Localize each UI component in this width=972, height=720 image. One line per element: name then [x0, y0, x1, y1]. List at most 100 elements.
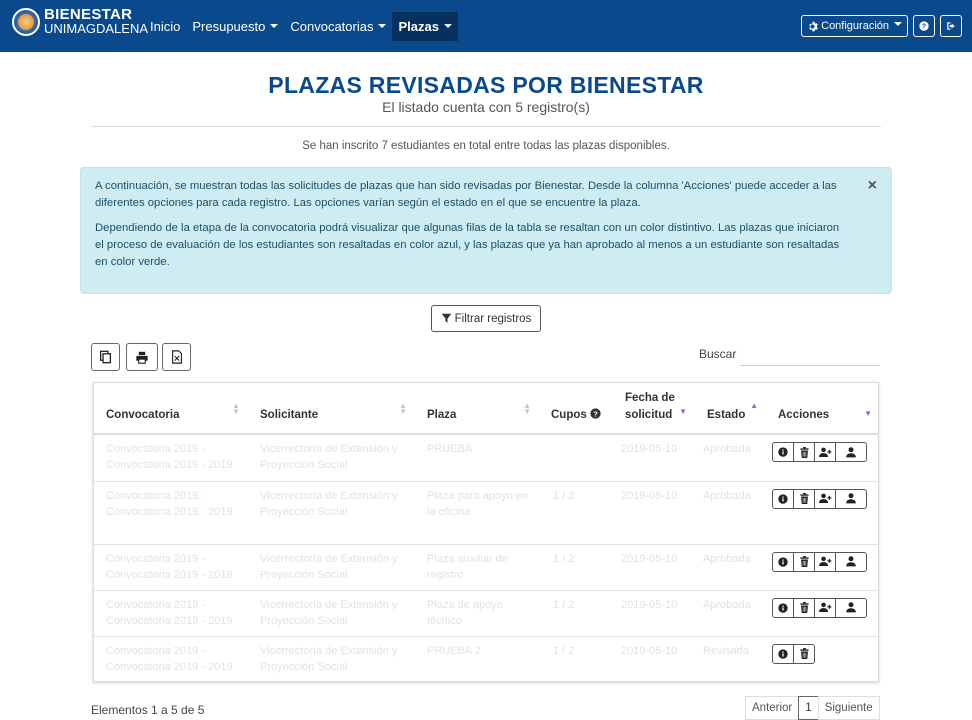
cell-solicitante: Vicerrectoría de Extensión y Proyección … [248, 636, 415, 681]
user-icon [846, 556, 856, 567]
caret-down-icon [443, 23, 452, 28]
cell-estado: Revisada [695, 636, 766, 681]
cell-plaza: PRUEBA 2 [415, 636, 539, 681]
plazas-table: Convocatoria ▲ ▼ Solicitante ▲ ▼ Plaza ▲ ▼ Cup… [93, 382, 879, 682]
next-page-button[interactable]: Siguiente [817, 696, 880, 720]
col-acciones[interactable]: Acciones ▼ [766, 383, 878, 435]
cell-fecha: 2019-05-10 [613, 590, 695, 637]
cell-estado: Aprobada [695, 434, 766, 482]
cell-solicitante: Vicerrectoría de Extensión y Proyección … [248, 590, 415, 637]
cell-acciones [766, 636, 878, 681]
cell-acciones [766, 434, 878, 482]
sort-icon: ▲ ▼ [232, 401, 240, 416]
cell-fecha: 2019-05-10 [613, 434, 695, 482]
search-input[interactable] [740, 342, 880, 366]
total-students-text: Se han inscrito 7 estudiantes en total e… [302, 140, 670, 152]
details-button[interactable] [772, 551, 794, 572]
filter-button[interactable]: Filtrar registros [431, 305, 541, 332]
delete-button[interactable] [793, 551, 815, 572]
assign-student-button[interactable] [814, 597, 836, 618]
assign-student-button[interactable] [814, 442, 836, 462]
pagination-info: Elementos 1 a 5 de 5 [91, 703, 205, 717]
page-title: PLAZAS REVISADAS POR BIENESTAR [268, 72, 704, 98]
page-button-1[interactable]: 1 [798, 696, 819, 720]
col-convocatoria[interactable]: Convocatoria ▲ ▼ [94, 383, 248, 435]
col-fecha-solicitud[interactable]: Fecha de solicitud ▼ [613, 383, 695, 435]
cell-acciones [766, 481, 878, 545]
info-circle-icon [778, 493, 788, 504]
nav-presupuesto[interactable]: Presupuesto [186, 12, 284, 41]
view-student-button[interactable] [835, 551, 867, 572]
info-circle-icon [778, 447, 788, 457]
filter-icon [441, 313, 451, 323]
config-button[interactable]: Configuración [801, 15, 908, 37]
details-button[interactable] [772, 597, 794, 618]
delete-button[interactable] [793, 597, 815, 618]
divider [91, 126, 881, 127]
delete-button[interactable] [793, 643, 815, 664]
details-button[interactable] [772, 442, 794, 462]
cell-solicitante: Vicerrectoría de Extensión y Proyección … [248, 544, 415, 591]
nav-convocatorias[interactable]: Convocatorias [284, 12, 392, 41]
question-circle-icon[interactable]: ? [590, 408, 601, 419]
trash-icon [799, 556, 809, 567]
col-plaza[interactable]: Plaza ▲ ▼ [415, 383, 539, 435]
table-row: Convocatoria 2019 - Convocatoria 2019 - … [94, 434, 878, 482]
config-label: Configuración [821, 20, 889, 32]
cell-cupos: 1 / 2 [539, 544, 613, 591]
col-solicitante[interactable]: Solicitante ▲ ▼ [248, 383, 415, 435]
pagination: Anterior 1 Siguiente [745, 696, 880, 720]
trash-icon [799, 648, 809, 659]
sign-out-icon [947, 22, 955, 30]
details-button[interactable] [772, 488, 794, 509]
cell-acciones [766, 590, 878, 637]
excel-export-button[interactable] [162, 343, 191, 371]
nav-plazas[interactable]: Plazas [392, 12, 458, 41]
table-row: Convocatoria 2019 - Convocatoria 2019 - … [94, 636, 878, 681]
user-icon [846, 602, 856, 613]
logout-button[interactable] [940, 15, 962, 37]
delete-button[interactable] [793, 488, 815, 509]
view-student-button[interactable] [835, 442, 867, 462]
info-circle-icon [778, 648, 788, 659]
view-student-button[interactable] [835, 597, 867, 618]
details-button[interactable] [772, 643, 794, 664]
brand-subtitle: UNIMAGDALENA [44, 21, 149, 36]
cell-estado: Aprobada [695, 590, 766, 637]
info-circle-icon [778, 602, 788, 613]
prev-page-button[interactable]: Anterior [745, 696, 800, 720]
trash-icon [799, 493, 809, 504]
print-icon [136, 351, 148, 364]
info-alert: A continuación, se muestran todas las so… [80, 167, 892, 294]
cell-convocatoria: Convocatoria 2019 - Convocatoria 2019 - … [94, 481, 248, 545]
user-icon [846, 446, 856, 457]
sort-asc-icon: ▲ [750, 401, 758, 410]
help-button[interactable]: ? [913, 15, 935, 37]
alert-paragraph-1: A continuación, se muestran todas las so… [95, 180, 837, 209]
close-icon[interactable]: × [868, 177, 877, 194]
trash-icon [799, 446, 809, 458]
cell-plaza: Plaza auxiliar de registro [415, 544, 539, 591]
col-cupos[interactable]: Cupos ? [539, 383, 613, 435]
cell-cupos: 1 / 2 [539, 590, 613, 637]
user-plus-icon [818, 493, 831, 504]
user-plus-icon [818, 447, 831, 457]
cell-fecha: 2019-05-10 [613, 544, 695, 591]
user-icon [846, 493, 856, 504]
print-button[interactable] [126, 343, 158, 371]
copy-button[interactable] [91, 343, 120, 371]
view-student-button[interactable] [835, 488, 867, 509]
cell-fecha: 2019-05-10 [613, 481, 695, 545]
cell-convocatoria: Convocatoria 2019 - Convocatoria 2019 - … [94, 434, 248, 482]
excel-file-icon [171, 350, 182, 364]
col-estado[interactable]: Estado ▲ [695, 383, 766, 435]
user-plus-icon [818, 556, 831, 567]
cell-acciones [766, 544, 878, 591]
assign-student-button[interactable] [814, 488, 836, 509]
nav-inicio[interactable]: Inicio [144, 12, 186, 41]
table-header-row: Convocatoria ▲ ▼ Solicitante ▲ ▼ Plaza ▲ ▼ Cup… [94, 383, 878, 435]
assign-student-button[interactable] [814, 551, 836, 572]
delete-button[interactable] [793, 442, 815, 462]
brand[interactable]: BIENESTAR UNIMAGDALENA [12, 7, 149, 36]
caret-down-icon [378, 23, 387, 28]
